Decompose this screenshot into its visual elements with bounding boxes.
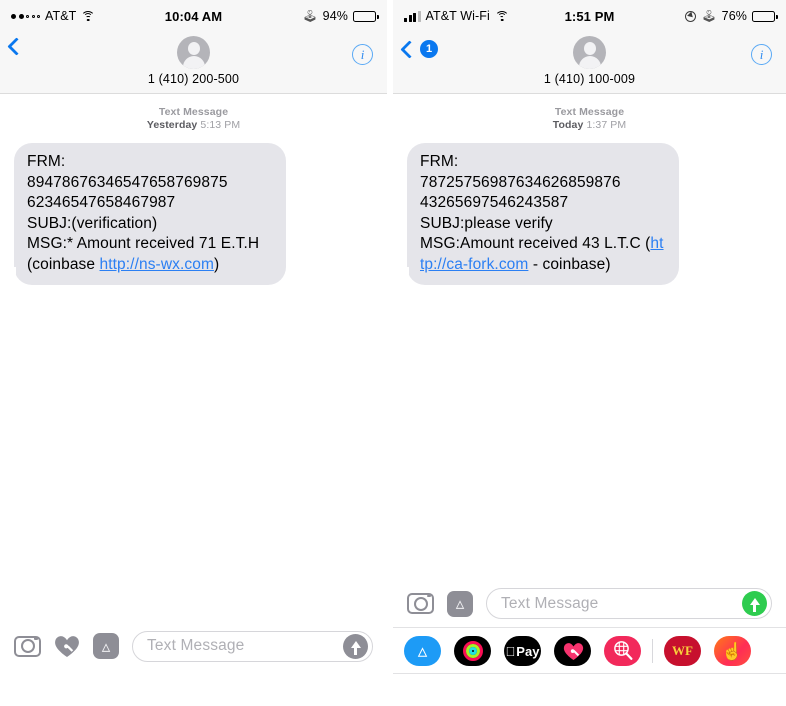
info-button[interactable]: i <box>352 44 373 65</box>
carrier-label: AT&T <box>45 9 77 23</box>
wells-fargo-app[interactable]: WF <box>664 636 701 666</box>
message-day-label: Yesterday <box>146 119 198 131</box>
app-store-app[interactable]: ▵ <box>404 636 441 666</box>
activity-ring-stand-icon <box>468 647 477 655</box>
status-bar-left: AT&T Wi-Fi <box>404 9 509 23</box>
camera-icon[interactable] <box>14 635 41 657</box>
digital-touch-heart-icon <box>563 642 583 660</box>
battery-percent-label: 94% <box>322 9 348 23</box>
app-drawer-separator <box>652 639 653 663</box>
message-line-5-pre: MSG:Amount received 43 L.T.C ( <box>420 235 651 252</box>
message-line-5-post: ) <box>213 255 220 273</box>
contact-header[interactable]: 1 (410) 200-500 <box>0 36 387 86</box>
message-input-toolbar: ▵ Text Message <box>0 622 387 670</box>
apple-pay-wordmark:  Pay <box>506 644 540 659</box>
signal-bars-icon <box>404 10 421 22</box>
activity-rings-app[interactable] <box>454 636 491 666</box>
message-clock-label: 5:13 PM <box>200 119 241 131</box>
bluetooth-icon: 🕹 <box>302 9 318 23</box>
wells-fargo-label: WF <box>672 643 693 658</box>
contact-avatar-icon <box>177 36 210 69</box>
text-message-input[interactable]: Text Message <box>132 630 373 662</box>
contact-avatar-icon <box>573 36 606 69</box>
send-button[interactable] <box>343 633 368 659</box>
app-store-glyph-icon: ▵ <box>417 640 428 662</box>
pointing-hand-icon: ☝ <box>721 641 744 661</box>
nav-bar: 1 1 (410) 100-009 i <box>393 32 786 94</box>
message-input-toolbar: ▵ Text Message <box>393 580 786 628</box>
contact-header[interactable]: 1 (410) 100-009 <box>393 36 786 86</box>
screenshot-canvas: AT&T 10:04 AM 🕹 94% 1 (410) 200-500 i Te… <box>0 0 786 706</box>
status-bar-right: 🕹 94% <box>302 9 379 23</box>
contact-phone-number: 1 (410) 200-500 <box>147 72 240 86</box>
imessage-app-drawer: ▵  Pay <box>393 629 786 674</box>
status-bar: AT&T Wi-Fi 1:51 PM 🕹 76% <box>393 0 786 32</box>
signal-dots-icon <box>11 13 40 19</box>
message-line-1: FRM: <box>27 153 66 170</box>
conversation-area: Text Message Today 1:37 PM FRM: 787257569… <box>393 94 786 285</box>
camera-icon[interactable] <box>407 593 434 614</box>
apple-logo-icon:  <box>506 645 516 658</box>
carrier-label: AT&T Wi-Fi <box>425 9 490 23</box>
app-clip-app[interactable] <box>604 636 641 666</box>
app-store-glyph: ▵ <box>101 636 111 656</box>
send-button[interactable] <box>742 591 767 616</box>
message-line-4: SUBJ:(verification) <box>27 214 158 232</box>
apple-pay-app[interactable]:  Pay <box>504 636 541 666</box>
message-bubble-incoming[interactable]: FRM: 78725756987634626859876 4326569754624… <box>398 143 679 285</box>
phone-screenshot-right: AT&T Wi-Fi 1:51 PM 🕹 76% 1 1 (410) 100-0… <box>393 0 786 706</box>
message-day-label: Today <box>552 119 584 131</box>
contact-phone-number: 1 (410) 100-009 <box>543 72 636 86</box>
app-store-icon[interactable]: ▵ <box>447 590 478 621</box>
message-line-2: 89478676346547658769875 <box>27 173 228 191</box>
wifi-icon <box>81 10 96 22</box>
text-message-placeholder: Text Message <box>147 637 245 654</box>
digital-touch-heart-icon[interactable] <box>54 635 80 658</box>
send-arrow-icon <box>749 598 760 612</box>
location-services-icon <box>685 10 697 22</box>
partial-orange-app[interactable]: ☝ <box>714 636 751 666</box>
message-bubble-incoming[interactable]: FRM: 89478676346547658769875 6234654765846… <box>5 143 286 285</box>
message-line-2: 78725756987634626859876 <box>420 173 621 191</box>
message-line-1: FRM: <box>420 153 459 170</box>
message-kind-label: Text Message <box>158 106 229 118</box>
message-line-5-post: - coinbase) <box>528 255 611 273</box>
app-store-icon[interactable]: ▵ <box>93 633 119 659</box>
message-kind-label: Text Message <box>554 106 625 118</box>
message-line-3: 62346547658467987 <box>27 194 176 211</box>
text-message-input[interactable]: Text Message <box>486 588 772 619</box>
status-bar-right: 🕹 76% <box>685 9 778 23</box>
conversation-area: Text Message Yesterday 5:13 PM FRM: 89478… <box>0 94 387 285</box>
info-button[interactable]: i <box>751 44 772 65</box>
battery-icon <box>353 10 379 22</box>
battery-icon <box>752 10 778 22</box>
app-clip-magnifier-icon <box>612 640 634 662</box>
wifi-icon <box>494 10 509 22</box>
message-timestamp: Text Message Today 1:37 PM <box>407 106 772 132</box>
digital-touch-app[interactable] <box>554 636 591 666</box>
bluetooth-icon: 🕹 <box>701 9 717 23</box>
message-line-3: 43265697546243587 <box>420 194 569 211</box>
status-bar-left: AT&T <box>11 9 96 23</box>
status-bar: AT&T 10:04 AM 🕹 94% <box>0 0 387 32</box>
nav-bar: 1 (410) 200-500 i <box>0 32 387 94</box>
battery-percent-label: 76% <box>721 9 747 23</box>
message-link[interactable]: http://ns-wx.com <box>100 256 214 273</box>
phone-screenshot-left: AT&T 10:04 AM 🕹 94% 1 (410) 200-500 i Te… <box>0 0 387 706</box>
text-message-placeholder: Text Message <box>501 594 599 612</box>
message-line-4: SUBJ:please verify <box>420 214 553 232</box>
app-store-glyph: ▵ <box>455 594 465 613</box>
send-arrow-icon <box>350 640 361 655</box>
message-clock-label: 1:37 PM <box>586 119 627 131</box>
apple-pay-label: Pay <box>511 643 539 659</box>
message-timestamp: Text Message Yesterday 5:13 PM <box>14 106 373 132</box>
